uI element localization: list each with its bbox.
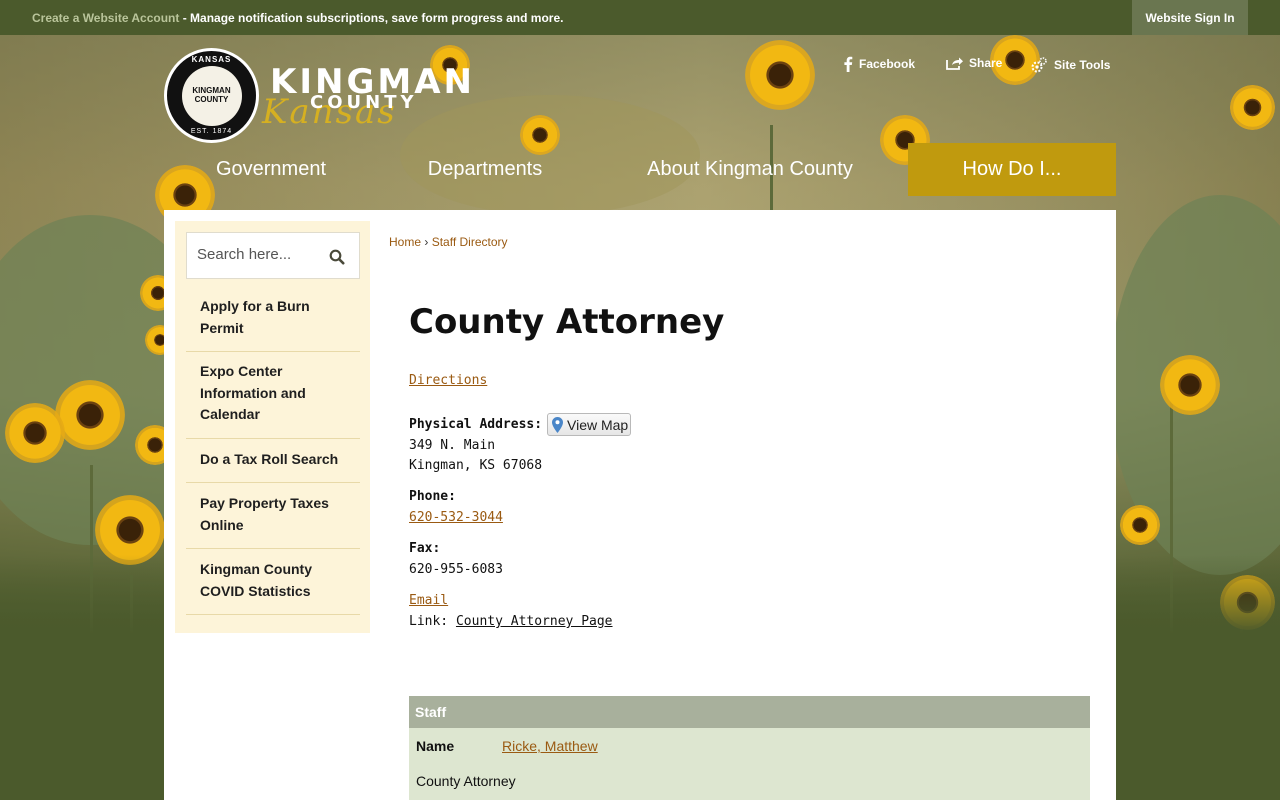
share-icon [946,57,963,70]
share-label: Share [969,56,1003,70]
directions-link[interactable]: Directions [409,373,487,388]
website-sign-in-button[interactable]: Website Sign In [1132,0,1248,35]
create-account-link[interactable]: Create a Website Account [32,11,179,25]
top-bar: Create a Website Account - Manage notifi… [0,0,1280,35]
search-input[interactable] [197,246,317,263]
address-line2: Kingman, KS 67068 [409,458,543,473]
nav-government[interactable]: Government [164,143,378,196]
seal-top-text: KANSAS [191,55,232,64]
sidebar-link-expo-center[interactable]: Expo Center Information and Calendar [186,361,360,439]
sidebar-link-pay-property-taxes[interactable]: Pay Property Taxes Online [186,493,360,549]
staff-table-header: Staff [409,696,1090,728]
email-link[interactable]: Email [409,593,448,608]
view-map-button[interactable]: View Map [547,413,631,436]
seal-center-line2: COUNTY [194,94,229,104]
search-box [186,232,360,279]
sidebar-link-tax-roll-search[interactable]: Do a Tax Roll Search [186,449,360,483]
map-pin-icon [552,416,563,433]
address-line1: 349 N. Main [409,438,496,453]
county-attorney-page-link[interactable]: County Attorney Page [456,614,613,629]
search-icon[interactable] [329,249,345,265]
county-seal-logo[interactable]: KANSAS KINGMAN COUNTY EST. 1874 [164,48,259,143]
seal-center: KINGMAN COUNTY [181,65,242,126]
seal-bottom-text: EST. 1874 [190,128,233,135]
facebook-link[interactable]: Facebook [843,56,915,72]
facebook-icon [844,56,853,72]
gear-icon [1031,57,1047,73]
staff-position: County Attorney [416,773,516,789]
phone-label: Phone: [409,489,456,504]
nav-about-kingman-county[interactable]: About Kingman County [592,143,908,196]
breadcrumb-staff-directory[interactable]: Staff Directory [432,235,508,249]
account-message: Create a Website Account - Manage notifi… [32,11,563,25]
physical-address-label: Physical Address: [409,417,543,432]
nav-departments[interactable]: Departments [378,143,592,196]
site-tools-link[interactable]: Site Tools [1030,56,1110,74]
logo-subtitle-text[interactable]: COUNTY [310,92,418,113]
facebook-label: Facebook [859,57,916,71]
breadcrumb-home[interactable]: Home [389,235,421,249]
link-row: Link: County Attorney Page [409,614,613,629]
sidebar-link-covid-statistics[interactable]: Kingman County COVID Statistics [186,559,360,615]
staff-name-link[interactable]: Ricke, Matthew [502,738,598,754]
account-message-text: - Manage notification subscriptions, sav… [179,11,564,25]
fax-number: 620-955-6083 [409,562,503,577]
fax-label: Fax: [409,541,441,556]
view-map-label: View Map [567,416,629,433]
site-tools-label: Site Tools [1054,58,1111,72]
sidebar-link-burn-permit[interactable]: Apply for a Burn Permit [186,296,360,352]
share-link[interactable]: Share [945,56,1002,70]
phone-link[interactable]: 620-532-3044 [409,510,503,525]
staff-table-row: Name Ricke, Matthew County Attorney [409,728,1090,800]
link-label: Link: [409,614,449,629]
page-title: County Attorney [409,302,725,342]
breadcrumb-separator: › [424,235,429,249]
breadcrumb: Home › Staff Directory [389,235,508,249]
staff-name-label: Name [416,738,455,754]
nav-how-do-i[interactable]: How Do I... [908,143,1116,196]
